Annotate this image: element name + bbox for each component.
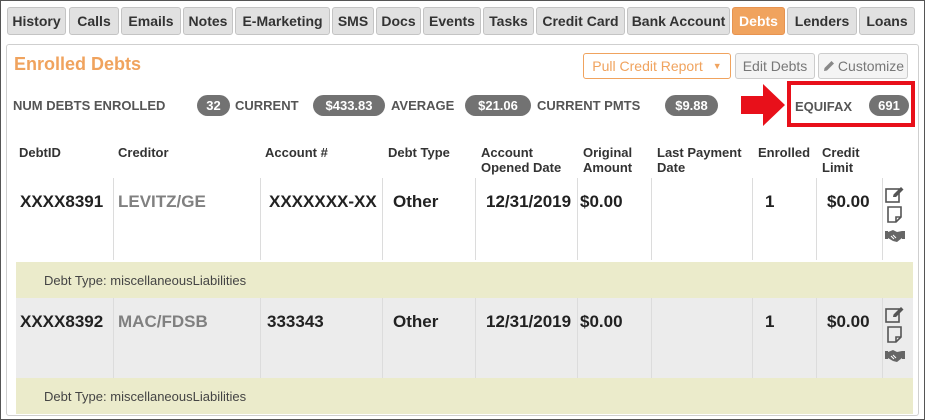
row-actions	[885, 186, 913, 246]
header-debt-type: Debt Type	[388, 145, 450, 160]
customize-button[interactable]: Customize	[818, 53, 908, 79]
tab-history[interactable]: History	[7, 7, 66, 35]
debt-id-mask: XXXX	[20, 192, 66, 211]
cell-account: XXXXXXX-XX	[261, 178, 383, 260]
tab-docs[interactable]: Docs	[376, 7, 421, 35]
debt-detail-row: Debt Type: miscellaneousLiabilities	[16, 262, 913, 298]
cell-original-amount: $0.00	[578, 298, 652, 380]
debt-type-text: Other	[393, 312, 439, 331]
header-credit-limit: Credit Limit	[822, 145, 860, 175]
header-enrolled: Enrolled	[758, 145, 811, 160]
tab-loans[interactable]: Loans	[859, 7, 915, 35]
debt-type-text: Other	[393, 192, 439, 211]
original-amount-text: $0.00	[580, 192, 623, 211]
tab-sms[interactable]: SMS	[332, 7, 374, 35]
cell-credit-limit: $0.00	[817, 298, 883, 380]
customize-label: Customize	[837, 58, 905, 74]
cell-debt-id: XXXX8391	[16, 178, 114, 260]
creditor-text: MAC/FDSB	[118, 312, 208, 331]
handshake-icon[interactable]	[885, 346, 905, 364]
cell-debt-type: Other	[383, 298, 476, 380]
arrow-right-icon	[741, 84, 785, 126]
tab-credit-card[interactable]: Credit Card	[536, 7, 625, 35]
cell-creditor: LEVITZ/GE	[114, 178, 261, 260]
panel-title: Enrolled Debts	[14, 54, 142, 74]
cell-account: 333343	[261, 298, 383, 380]
cell-last-payment	[652, 178, 753, 260]
debt-id-mask: XXXX	[20, 312, 66, 331]
current-pmts-label: CURRENT PMTS	[537, 98, 641, 113]
cell-original-amount: $0.00	[578, 178, 652, 260]
note-icon[interactable]	[885, 326, 905, 344]
debt-id-text: XXXX8392	[20, 312, 103, 332]
current-badge: $433.83	[313, 95, 385, 116]
tab-lenders[interactable]: Lenders	[787, 7, 857, 35]
current-pmts-badge: $9.88	[665, 95, 718, 116]
handshake-icon[interactable]	[885, 226, 905, 244]
header-original-amount: Original Amount	[583, 145, 633, 175]
debt-detail-row: Debt Type: miscellaneousLiabilities	[16, 378, 913, 414]
num-debts-label: NUM DEBTS ENROLLED	[13, 98, 166, 113]
cell-opened-date: 12/31/2019	[476, 178, 578, 260]
debt-detail-text: Debt Type: miscellaneousLiabilities	[44, 273, 247, 288]
cell-credit-limit: $0.00	[817, 178, 883, 260]
tab-debts[interactable]: Debts	[732, 7, 785, 35]
header-account: Account #	[265, 145, 328, 160]
account-text: XXXXXXX-XX	[269, 192, 377, 211]
pull-credit-report-label: Pull Credit Report	[592, 58, 703, 74]
average-label: AVERAGE	[391, 98, 455, 113]
cell-debt-type: Other	[383, 178, 476, 260]
average-badge: $21.06	[465, 95, 531, 116]
debt-detail-text: Debt Type: miscellaneousLiabilities	[44, 389, 247, 404]
header-account-opened-date: Account Opened Date	[481, 145, 562, 175]
original-amount-text: $0.00	[580, 312, 623, 331]
account-text: 333343	[267, 312, 324, 331]
cell-debt-id: XXXX8392	[16, 298, 114, 380]
tab-events[interactable]: Events	[423, 7, 481, 35]
pull-credit-report-button[interactable]: Pull Credit Report ▼	[583, 53, 731, 79]
tab-emails[interactable]: Emails	[121, 7, 181, 35]
num-debts-badge: 32	[197, 95, 230, 116]
edit-icon[interactable]	[885, 306, 905, 324]
enrolled-debts-panel: Enrolled Debts Pull Credit Report ▼ Edit…	[6, 44, 919, 416]
debt-id-suffix: 8392	[65, 312, 104, 331]
credit-limit-text: $0.00	[827, 312, 870, 331]
debt-id-suffix: 8391	[65, 192, 104, 211]
cell-creditor: MAC/FDSB	[114, 298, 261, 380]
table-row: XXXX8392 MAC/FDSB 333343 Other 12/31/201…	[16, 298, 913, 380]
pencil-icon	[823, 61, 834, 71]
cell-enrolled: 1	[753, 298, 817, 380]
cell-opened-date: 12/31/2019	[476, 298, 578, 380]
opened-date-text: 12/31/2019	[486, 312, 572, 331]
header-creditor: Creditor	[118, 145, 169, 160]
cell-last-payment	[652, 298, 753, 380]
edit-debts-button[interactable]: Edit Debts	[735, 53, 815, 79]
equifax-highlight-box: EQUIFAX 691	[787, 81, 915, 127]
tab-notes[interactable]: Notes	[183, 7, 233, 35]
tab-calls[interactable]: Calls	[69, 7, 119, 35]
table-row: XXXX8391 LEVITZ/GE XXXXXXX-XX Other 12/3…	[16, 178, 913, 260]
equifax-label: EQUIFAX	[795, 99, 853, 114]
credit-limit-text: $0.00	[827, 192, 870, 211]
current-label: CURRENT	[235, 98, 299, 113]
enrolled-text: 1	[765, 312, 775, 331]
tab-bank-account[interactable]: Bank Account	[627, 7, 730, 35]
header-debt-id: DebtID	[19, 145, 61, 160]
creditor-text: LEVITZ/GE	[118, 192, 206, 211]
tab-tasks[interactable]: Tasks	[483, 7, 534, 35]
edit-icon[interactable]	[885, 186, 905, 204]
tab-e-marketing[interactable]: E-Marketing	[235, 7, 330, 35]
header-last-payment-date: Last Payment Date	[657, 145, 742, 175]
enrolled-text: 1	[765, 192, 775, 211]
row-actions	[885, 306, 913, 366]
note-icon[interactable]	[885, 206, 905, 224]
edit-debts-label: Edit Debts	[742, 58, 808, 74]
equifax-score-badge: 691	[869, 95, 909, 116]
caret-down-icon: ▼	[712, 61, 722, 71]
cell-enrolled: 1	[753, 178, 817, 260]
opened-date-text: 12/31/2019	[486, 192, 572, 211]
debt-id-text: XXXX8391	[20, 192, 103, 212]
